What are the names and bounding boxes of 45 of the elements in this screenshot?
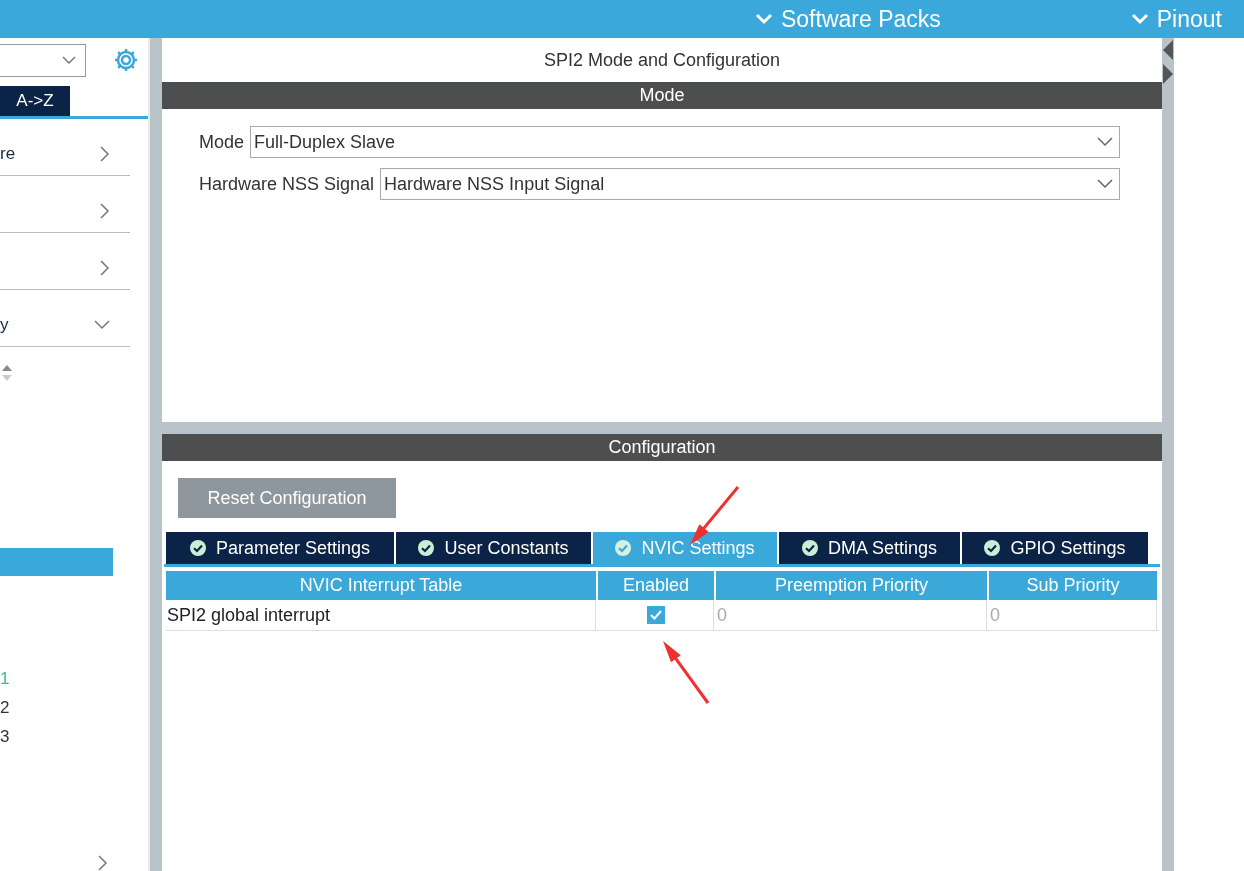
category-label: y: [0, 315, 9, 335]
category-label: re: [0, 144, 16, 164]
list-number[interactable]: 3: [0, 722, 20, 751]
annotation-arrow: [663, 641, 710, 704]
settings-tab[interactable]: Parameter Settings: [166, 532, 394, 564]
dropdown-field[interactable]: Hardware NSS Input Signal: [380, 168, 1120, 200]
check-circle-icon: [189, 540, 206, 556]
section-header: Mode: [162, 82, 1162, 109]
chevron-down-icon: [1097, 179, 1113, 189]
column-header: NVIC Interrupt Table: [166, 571, 596, 600]
settings-tab[interactable]: GPIO Settings: [962, 532, 1148, 564]
field-label: Hardware NSS Signal: [199, 173, 375, 195]
dropdown-field[interactable]: Full-Duplex Slave: [250, 126, 1120, 158]
chevron-down-icon: [94, 320, 110, 330]
settings-tab[interactable]: User Constants: [396, 532, 591, 564]
chevron-right-icon: [100, 146, 110, 162]
chevron-down-icon: [755, 13, 773, 25]
sort-tab[interactable]: A->Z: [0, 86, 70, 116]
chevron-down-icon: [1130, 13, 1149, 25]
chevron-right-icon: [100, 260, 110, 276]
field-label: Mode: [199, 131, 245, 153]
settings-tab[interactable]: DMA Settings: [779, 532, 960, 564]
list-number[interactable]: 2: [0, 693, 20, 722]
column-header: Enabled: [598, 571, 714, 600]
check-circle-icon: [801, 540, 818, 556]
check-circle-icon: [615, 540, 632, 556]
table-cell: SPI2 global interrupt: [166, 600, 596, 630]
settings-icon[interactable]: [113, 47, 139, 73]
category-row[interactable]: y: [0, 290, 130, 347]
sort-icon[interactable]: [1, 364, 13, 382]
splitter-bar[interactable]: [1162, 38, 1174, 871]
column-header: Sub Priority: [989, 571, 1157, 600]
chevron-down-icon: [1097, 137, 1113, 147]
chevron-right-icon[interactable]: [98, 855, 108, 871]
chevron-down-icon: [61, 55, 77, 65]
panel-title: SPI2 Mode and Configuration: [542, 48, 782, 72]
check-circle-icon: [418, 540, 435, 556]
check-circle-icon: [984, 540, 1001, 556]
section-header: Configuration: [162, 434, 1162, 461]
category-dropdown[interactable]: [0, 43, 86, 77]
enabled-checkbox[interactable]: [646, 606, 665, 624]
chevron-right-icon: [100, 203, 110, 219]
column-header: Preemption Priority: [716, 571, 987, 600]
splitter-bar[interactable]: [148, 38, 162, 871]
category-row[interactable]: re: [0, 119, 130, 176]
